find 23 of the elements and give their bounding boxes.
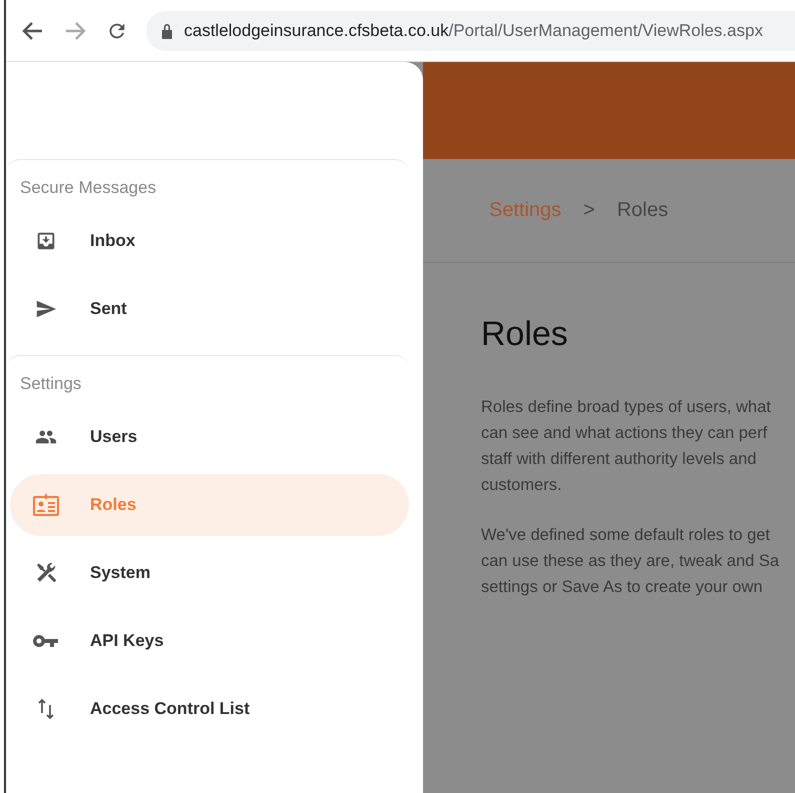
back-arrow-icon — [22, 20, 44, 40]
key-icon — [32, 633, 60, 649]
address-bar[interactable]: castlelodgeinsurance.cfsbeta.co.uk/Portal/UserManagement/ViewRoles.aspx — [146, 10, 795, 50]
lock-icon — [160, 22, 174, 40]
section-title: Settings — [19, 374, 82, 395]
sidebar-item[interactable]: System — [10, 542, 409, 604]
sidebar-item[interactable]: Inbox — [10, 210, 409, 272]
sidebar-item[interactable]: API Keys — [10, 610, 409, 672]
swap-arrows-icon — [37, 697, 55, 721]
forward-arrow-icon — [64, 20, 86, 40]
breadcrumb-current: Roles — [616, 199, 668, 222]
url-text: castlelodgeinsurance.cfsbeta.co.uk/Portal/UserManagement/ViewRoles.aspx — [184, 20, 763, 40]
description-paragraph: We've defined some default roles to get can use these as they are, tweak and Sa settings or Save As to create your own — [481, 525, 780, 598]
tools-icon — [34, 561, 58, 585]
section-title: Secure Messages — [19, 178, 158, 199]
inbox-icon — [35, 230, 57, 252]
page-title: Roles — [481, 315, 569, 354]
sidebar-item[interactable]: Users — [10, 406, 409, 468]
sidebar-item[interactable]: Sent — [10, 278, 409, 340]
breadcrumb-separator: > — [583, 199, 595, 222]
description-paragraph: Roles define broad types of users, what can see and what actions they can perf staff with different authority levels and customers. — [481, 397, 772, 496]
id-card-icon — [32, 493, 60, 517]
sidebar-item[interactable]: Access Control List — [10, 678, 409, 740]
